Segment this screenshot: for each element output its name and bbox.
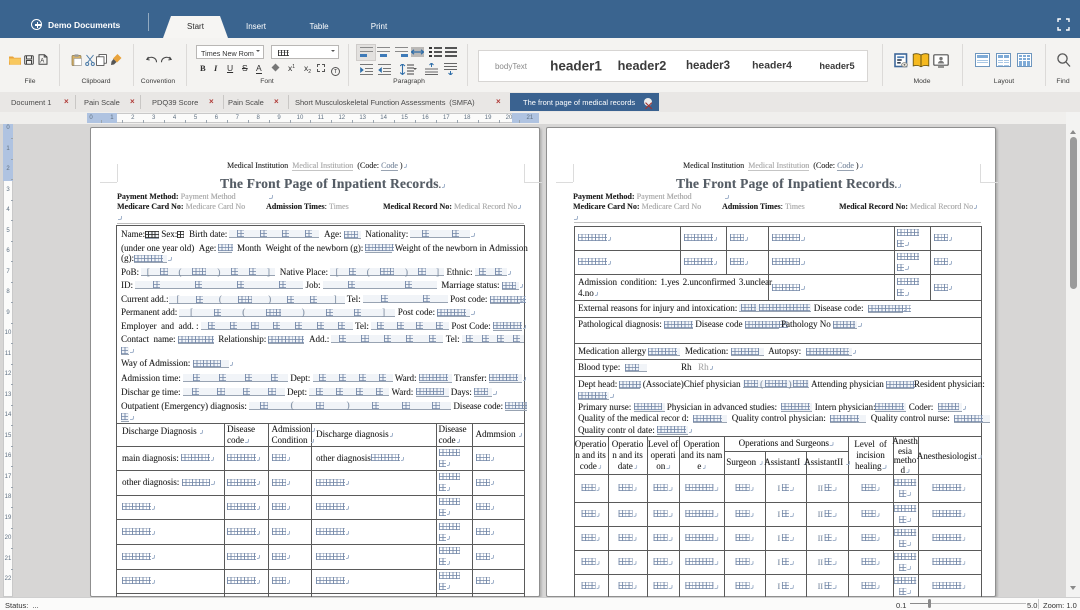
svg-text:A: A <box>40 59 44 65</box>
